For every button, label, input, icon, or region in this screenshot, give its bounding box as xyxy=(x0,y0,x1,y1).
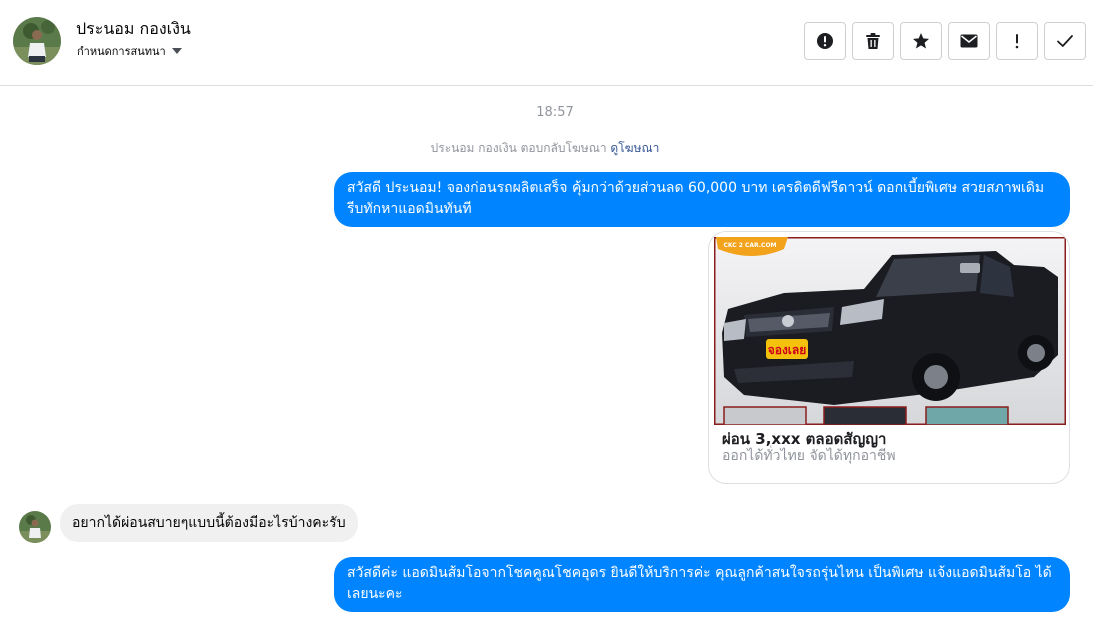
conversation-settings-label: กำหนดการสนทนา xyxy=(77,45,166,58)
ad-reply-note: ประนอม กองเงิน ตอบกลับโฆษณา ดูโฆษณา xyxy=(0,139,1090,158)
header-actions xyxy=(804,22,1086,60)
ad-card-image[interactable]: CKC 2 CAR.COM จองเลย xyxy=(714,237,1066,425)
ad-reply-text: ประนอม กองเงิน ตอบกลับโฆษณา xyxy=(430,141,607,155)
message-timestamp: 18:57 xyxy=(536,105,574,120)
star-icon xyxy=(913,33,929,49)
view-ad-link[interactable]: ดูโฆษณา xyxy=(610,141,659,155)
ad-card[interactable]: CKC 2 CAR.COM จองเลย ผ่อน 3,xxx ตลอดสัญญ… xyxy=(708,231,1070,484)
incoming-message[interactable]: อยากได้ผ่อนสบายๆแบบนี้ต้องมีอะไรบ้างคะรั… xyxy=(60,504,358,542)
ad-card-subtitle: ออกได้ทั่วไทย จัดได้ทุกอาชีพ xyxy=(722,448,896,464)
contact-avatar-small[interactable] xyxy=(19,511,51,543)
message-thread[interactable]: 18:57 ประนอม กองเงิน ตอบกลับโฆษณา ดูโฆษณ… xyxy=(0,87,1093,618)
trash-icon xyxy=(866,33,880,49)
done-button[interactable] xyxy=(1044,22,1086,60)
delete-button[interactable] xyxy=(852,22,894,60)
conversation-settings-dropdown[interactable]: กำหนดการสนทนา xyxy=(77,42,182,60)
star-button[interactable] xyxy=(900,22,942,60)
outgoing-message[interactable]: สวัสดีค่ะ แอดมินส้มโอจากโชคคูณโชคอุดร ยิ… xyxy=(334,557,1070,612)
alert-circle-icon xyxy=(817,33,833,49)
exclamation-icon xyxy=(1015,34,1019,49)
outgoing-message[interactable]: สวัสดี ประนอม! จองก่อนรถผลิตเสร็จ คุ้มกว… xyxy=(334,172,1070,227)
avatar-photo xyxy=(19,511,51,543)
contact-avatar[interactable] xyxy=(13,17,61,65)
message-text: อยากได้ผ่อนสบายๆแบบนี้ต้องมีอะไรบ้างคะรั… xyxy=(72,515,346,531)
car-photo: CKC 2 CAR.COM จองเลย xyxy=(714,237,1066,425)
contact-name[interactable]: ประนอม กองเงิน xyxy=(76,17,191,42)
report-button[interactable] xyxy=(804,22,846,60)
message-text: สวัสดี ประนอม! จองก่อนรถผลิตเสร็จ คุ้มกว… xyxy=(347,180,1045,217)
mark-unread-button[interactable] xyxy=(948,22,990,60)
check-icon xyxy=(1057,35,1073,47)
watermark-text: CKC 2 CAR.COM xyxy=(723,242,776,249)
envelope-icon xyxy=(960,34,978,48)
conversation-header: ประนอม กองเงิน กำหนดการสนทนา xyxy=(0,0,1093,86)
avatar-photo xyxy=(13,17,61,65)
message-text: สวัสดีค่ะ แอดมินส้มโอจากโชคคูณโชคอุดร ยิ… xyxy=(347,565,1052,602)
chevron-down-icon xyxy=(171,48,182,54)
book-now-badge: จองเลย xyxy=(768,343,807,357)
important-button[interactable] xyxy=(996,22,1038,60)
